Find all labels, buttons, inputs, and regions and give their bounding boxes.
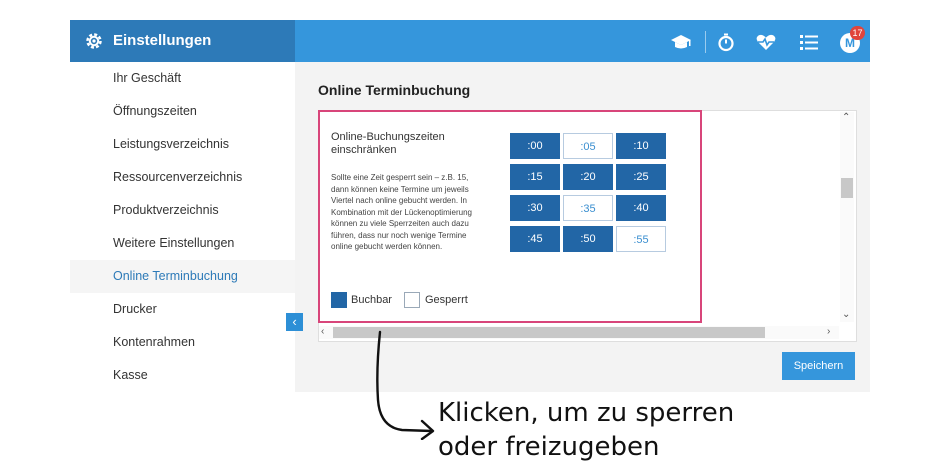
time-slot-button[interactable]: :20 (563, 164, 613, 190)
sidebar-item-label: Drucker (113, 302, 157, 316)
legend-bookable-label: Buchbar (351, 294, 392, 306)
setting-label: Online-Buchungszeiten einschränken (331, 131, 445, 156)
sidebar-item-label: Leistungsverzeichnis (113, 137, 230, 151)
time-slot-button[interactable]: :45 (510, 226, 560, 252)
gear-icon (86, 33, 102, 49)
sidebar-item-label: Online Terminbuchung (113, 269, 238, 283)
heartbeat-icon[interactable] (755, 31, 777, 53)
time-slot-button[interactable]: :35 (563, 195, 613, 221)
time-slot-button[interactable]: :40 (616, 195, 666, 221)
scroll-right-icon[interactable]: › (827, 326, 830, 337)
time-slot-button[interactable]: :25 (616, 164, 666, 190)
time-slot-button[interactable]: :15 (510, 164, 560, 190)
stopwatch-icon[interactable] (715, 31, 737, 53)
sidebar-item-label: Kontenrahmen (113, 335, 196, 349)
scroll-up-icon[interactable]: ⌃ (842, 112, 850, 123)
sidebar-item-ihr-geschaeft[interactable]: Ihr Geschäft (70, 62, 295, 95)
page-title: Online Terminbuchung (318, 82, 471, 98)
vertical-scroll-thumb[interactable] (841, 178, 853, 198)
save-button[interactable]: Speichern (782, 352, 855, 380)
annotation-text: oder freizugeben (438, 432, 660, 462)
legend-blocked-label: Gesperrt (425, 294, 468, 306)
sidebar-item-label: Ihr Geschäft (113, 71, 182, 85)
sidebar-item-kontenrahmen[interactable]: Kontenrahmen (70, 326, 295, 359)
legend-blocked-swatch (404, 292, 420, 308)
sidebar-item-label: Kasse (113, 368, 148, 382)
time-slot-button[interactable]: :55 (616, 226, 666, 252)
sidebar-item-drucker[interactable]: Drucker (70, 293, 295, 326)
graduation-cap-icon[interactable] (670, 31, 692, 53)
annotation-arrow-icon (376, 330, 435, 440)
sidebar-header: Einstellungen (70, 20, 295, 62)
time-slot-button[interactable]: :05 (563, 133, 613, 159)
chevron-left-icon[interactable]: ‹ (286, 313, 303, 331)
sidebar-item-produktverzeichnis[interactable]: Produktverzeichnis (70, 194, 295, 227)
scroll-down-icon[interactable]: ⌄ (842, 309, 850, 320)
sidebar-item-ressourcenverzeichnis[interactable]: Ressourcenverzeichnis (70, 161, 295, 194)
sidebar-item-label: Öffnungszeiten (113, 104, 197, 118)
sidebar-item-kasse[interactable]: Kasse (70, 359, 295, 392)
time-slot-button[interactable]: :30 (510, 195, 560, 221)
toolbar-divider (705, 31, 706, 53)
sidebar-item-label: Produktverzeichnis (113, 203, 219, 217)
scroll-left-icon[interactable]: ‹ (321, 326, 324, 337)
top-bar: M 17 (295, 20, 870, 62)
list-icon[interactable] (798, 31, 820, 53)
time-slot-button[interactable]: :50 (563, 226, 613, 252)
sidebar-nav: Ihr Geschäft Öffnungszeiten Leistungsver… (70, 62, 295, 392)
time-slot-button[interactable]: :00 (510, 133, 560, 159)
notification-badge: 17 (850, 26, 865, 40)
sidebar-item-weitere-einstellungen[interactable]: Weitere Einstellungen (70, 227, 295, 260)
time-slot-button[interactable]: :10 (616, 133, 666, 159)
sidebar-item-leistungsverzeichnis[interactable]: Leistungsverzeichnis (70, 128, 295, 161)
sidebar-item-online-terminbuchung[interactable]: Online Terminbuchung (70, 260, 295, 293)
setting-description: Sollte eine Zeit gesperrt sein – z.B. 15… (331, 173, 472, 251)
annotation-text: Klicken, um zu sperren (438, 398, 735, 428)
vertical-scrollbar[interactable] (840, 112, 854, 322)
sidebar-item-label: Weitere Einstellungen (113, 236, 235, 250)
legend-bookable-swatch (331, 292, 347, 308)
sidebar-item-label: Ressourcenverzeichnis (113, 170, 243, 184)
sidebar-title: Einstellungen (113, 32, 212, 49)
sidebar-item-oeffnungszeiten[interactable]: Öffnungszeiten (70, 95, 295, 128)
